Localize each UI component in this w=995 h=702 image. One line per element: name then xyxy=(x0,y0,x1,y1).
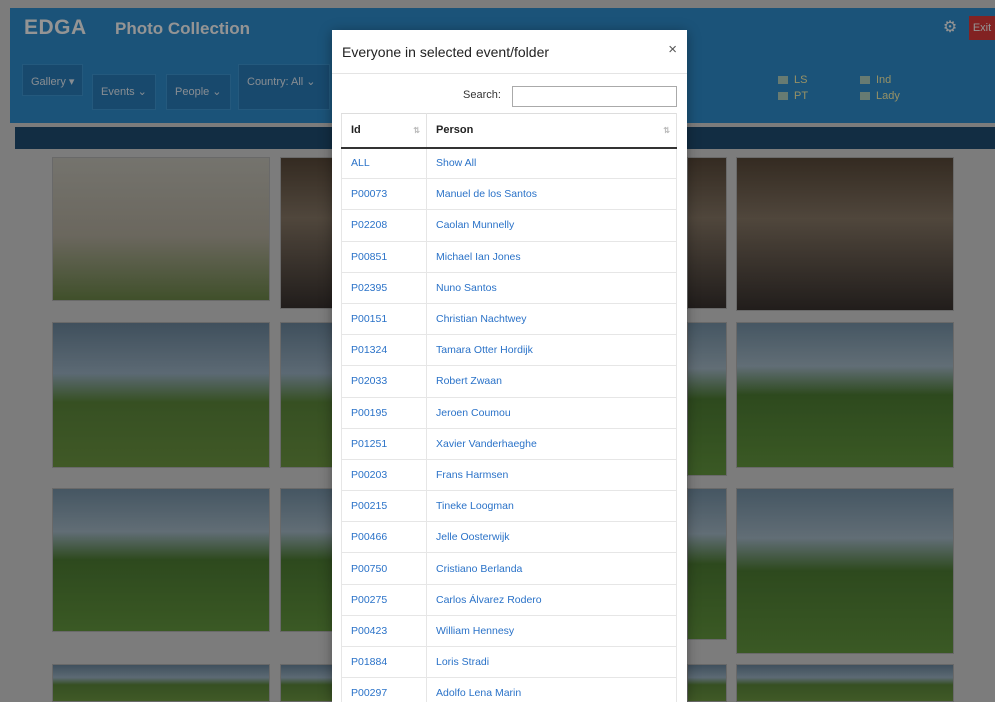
table-row: P00275 Carlos Álvarez Rodero xyxy=(341,584,677,616)
search-row: Search: xyxy=(332,84,687,108)
id-link[interactable]: P00851 xyxy=(341,241,427,273)
table-row: P00215 Tineke Loogman xyxy=(341,490,677,523)
id-link[interactable]: P01324 xyxy=(341,334,427,367)
table-header-row: Id ⇅ Person ⇅ xyxy=(341,113,677,149)
table-row: ALL Show All xyxy=(341,147,677,180)
sort-icon: ⇅ xyxy=(413,126,420,135)
person-link[interactable]: Christian Nachtwey xyxy=(426,303,677,336)
modal-title: Everyone in selected event/folder xyxy=(342,44,550,60)
id-link[interactable]: P00203 xyxy=(341,459,427,492)
person-link[interactable]: Nuno Santos xyxy=(426,272,677,304)
id-link[interactable]: P00073 xyxy=(341,178,427,211)
person-link[interactable]: Caolan Munnelly xyxy=(426,209,677,242)
person-link[interactable]: Tineke Loogman xyxy=(426,490,677,523)
table-row: P00423 William Hennesy xyxy=(341,615,677,648)
person-link[interactable]: Adolfo Lena Marin xyxy=(426,677,677,702)
id-link[interactable]: P01884 xyxy=(341,646,427,679)
table-row: P00195 Jeroen Coumou xyxy=(341,397,677,429)
sort-icon: ⇅ xyxy=(663,126,670,135)
column-header-person[interactable]: Person ⇅ xyxy=(426,113,677,149)
person-link[interactable]: Carlos Álvarez Rodero xyxy=(426,584,677,616)
column-header-label: Id xyxy=(351,124,361,137)
id-link[interactable]: P01251 xyxy=(341,428,427,460)
person-link[interactable]: Loris Stradi xyxy=(426,646,677,679)
id-link[interactable]: P02208 xyxy=(341,209,427,242)
table-row: P02208 Caolan Munnelly xyxy=(341,209,677,242)
id-link[interactable]: P02395 xyxy=(341,272,427,304)
id-link[interactable]: P00466 xyxy=(341,521,427,554)
column-header-label: Person xyxy=(436,124,474,137)
id-link[interactable]: P00151 xyxy=(341,303,427,336)
id-link[interactable]: P00423 xyxy=(341,615,427,648)
person-link[interactable]: Jelle Oosterwijk xyxy=(426,521,677,554)
id-link[interactable]: P00750 xyxy=(341,552,427,585)
table-row: P00750 Cristiano Berlanda xyxy=(341,552,677,585)
table-row: P02395 Nuno Santos xyxy=(341,272,677,304)
table-row: P00073 Manuel de los Santos xyxy=(341,178,677,211)
people-modal: Everyone in selected event/folder × Sear… xyxy=(332,30,687,702)
person-link[interactable]: Robert Zwaan xyxy=(426,365,677,398)
person-link[interactable]: Tamara Otter Hordijk xyxy=(426,334,677,367)
table-row: P01251 Xavier Vanderhaeghe xyxy=(341,428,677,460)
table-row: P01884 Loris Stradi xyxy=(341,646,677,679)
search-label: Search: xyxy=(463,89,501,101)
table-row: P00297 Adolfo Lena Marin xyxy=(341,677,677,702)
person-link[interactable]: Manuel de los Santos xyxy=(426,178,677,211)
table-row: P01324 Tamara Otter Hordijk xyxy=(341,334,677,367)
table-row: P00851 Michael Ian Jones xyxy=(341,241,677,273)
modal-header: Everyone in selected event/folder × xyxy=(332,30,687,74)
person-link[interactable]: William Hennesy xyxy=(426,615,677,648)
id-link[interactable]: P00195 xyxy=(341,397,427,429)
table-row: P00151 Christian Nachtwey xyxy=(341,303,677,336)
people-table: Id ⇅ Person ⇅ ALL Show All P00073 Manuel d… xyxy=(341,113,677,702)
person-link[interactable]: Frans Harmsen xyxy=(426,459,677,492)
person-link[interactable]: Michael Ian Jones xyxy=(426,241,677,273)
column-header-id[interactable]: Id ⇅ xyxy=(341,113,427,149)
table-row: P02033 Robert Zwaan xyxy=(341,365,677,398)
search-input[interactable] xyxy=(512,86,677,107)
id-link[interactable]: ALL xyxy=(341,147,427,180)
table-row: P00203 Frans Harmsen xyxy=(341,459,677,492)
person-link[interactable]: Show All xyxy=(426,147,677,180)
close-icon[interactable]: × xyxy=(668,41,677,58)
id-link[interactable]: P00275 xyxy=(341,584,427,616)
id-link[interactable]: P00297 xyxy=(341,677,427,702)
table-row: P00466 Jelle Oosterwijk xyxy=(341,521,677,554)
person-link[interactable]: Xavier Vanderhaeghe xyxy=(426,428,677,460)
id-link[interactable]: P00215 xyxy=(341,490,427,523)
person-link[interactable]: Cristiano Berlanda xyxy=(426,552,677,585)
person-link[interactable]: Jeroen Coumou xyxy=(426,397,677,429)
id-link[interactable]: P02033 xyxy=(341,365,427,398)
